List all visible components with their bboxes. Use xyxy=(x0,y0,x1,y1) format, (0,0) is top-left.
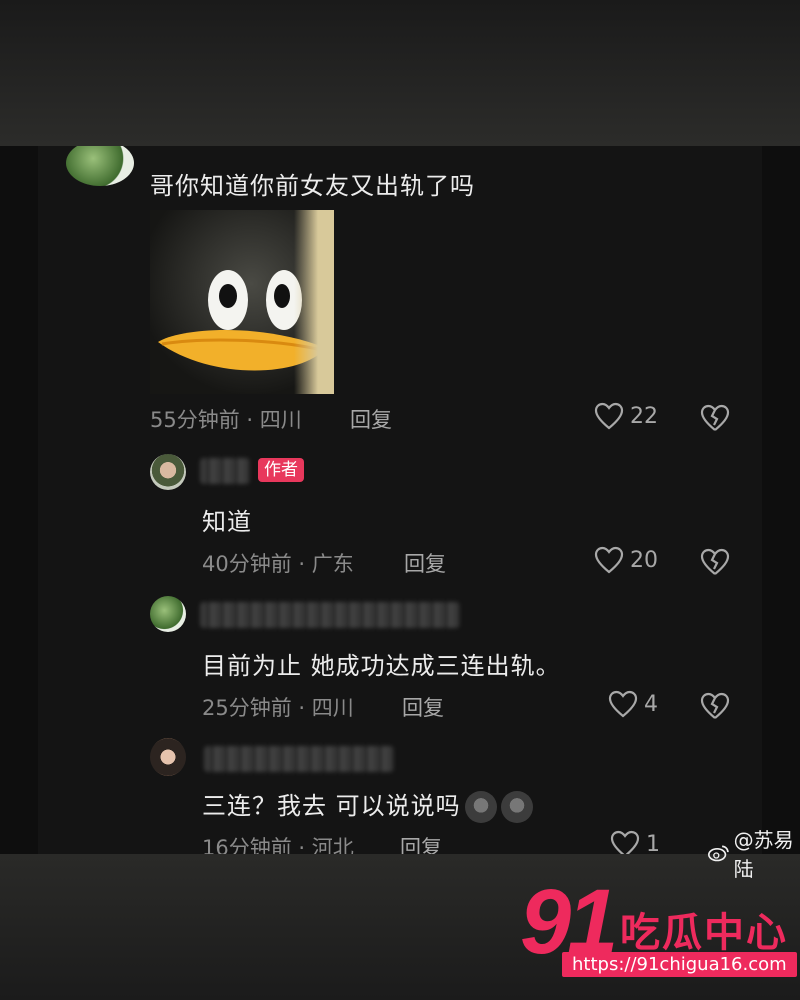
photo-top-border xyxy=(0,0,800,146)
comment-text: 哥你知道你前女友又出轨了吗 xyxy=(150,172,475,200)
blurred-username xyxy=(200,458,250,484)
like-button[interactable]: 4 xyxy=(608,690,658,718)
comment-item: 哥你知道你前女友又出轨了吗 55分钟前 · 四川 回复 22 xyxy=(38,146,762,436)
moon-emoji-icon xyxy=(500,791,533,823)
sticker-corner xyxy=(294,210,334,394)
like-count: 22 xyxy=(630,403,658,429)
like-count: 1 xyxy=(646,831,660,855)
blurred-username xyxy=(204,746,394,772)
reply-button[interactable]: 回复 xyxy=(404,548,446,578)
broken-heart-icon xyxy=(700,692,730,719)
comment-text: 知道 xyxy=(202,508,252,536)
author-badge: 作者 xyxy=(258,458,304,482)
heart-icon xyxy=(594,546,624,574)
like-button[interactable]: 22 xyxy=(594,402,658,430)
dislike-button[interactable] xyxy=(700,404,730,436)
comment-meta: 16分钟前 · 河北 xyxy=(202,836,354,854)
reply-button[interactable]: 回复 xyxy=(400,832,442,854)
like-count: 4 xyxy=(644,691,658,717)
logo-url: https://91chigua16.com xyxy=(562,952,797,977)
avatar[interactable] xyxy=(150,454,186,490)
reply-button[interactable]: 回复 xyxy=(350,404,392,434)
weibo-watermark: @苏易陆 xyxy=(708,824,800,882)
comment-text: 三连？我去 可以说说吗 xyxy=(202,786,533,823)
dislike-button[interactable] xyxy=(700,692,730,724)
comment-text-content: 三连？我去 可以说说吗 xyxy=(202,792,461,820)
like-button[interactable]: 1 xyxy=(610,830,660,854)
comment-meta: 25分钟前 · 四川 xyxy=(202,696,354,720)
photo-left-border xyxy=(0,146,38,854)
dislike-button[interactable] xyxy=(700,548,730,580)
comment-text: 目前为止 她成功达成三连出轨。 xyxy=(202,652,561,680)
photo-right-border xyxy=(762,146,800,854)
comment-item: 作者 知道 40分钟前 · 广东 回复 20 xyxy=(38,446,762,586)
broken-heart-icon xyxy=(700,548,730,575)
avatar[interactable] xyxy=(66,146,134,186)
avatar[interactable] xyxy=(150,738,186,776)
broken-heart-icon xyxy=(700,404,730,431)
weibo-icon xyxy=(708,845,729,862)
reply-button[interactable]: 回复 xyxy=(402,692,444,722)
comment-meta: 55分钟前 · 四川 xyxy=(150,408,302,432)
comment-item: 三连？我去 可以说说吗 16分钟前 · 河北 回复 1 xyxy=(38,736,762,854)
heart-icon xyxy=(610,830,640,854)
comment-meta: 40分钟前 · 广东 xyxy=(202,552,354,576)
logo-name: 吃瓜中心 xyxy=(620,910,788,956)
like-button[interactable]: 20 xyxy=(594,546,658,574)
like-count: 20 xyxy=(630,547,658,573)
comment-screen: 哥你知道你前女友又出轨了吗 55分钟前 · 四川 回复 22 作者 知道 40分… xyxy=(38,146,762,854)
heart-icon xyxy=(608,690,638,718)
blurred-username xyxy=(200,602,460,628)
avatar[interactable] xyxy=(150,596,186,632)
heart-icon xyxy=(594,402,624,430)
site-logo: 91 吃瓜中心 https://91chigua16.com xyxy=(520,871,797,980)
comment-item: 目前为止 她成功达成三连出轨。 25分钟前 · 四川 回复 4 xyxy=(38,592,762,732)
watermark-text: @苏易陆 xyxy=(733,828,794,881)
penguin-sticker[interactable] xyxy=(150,210,334,394)
moon-emoji-icon xyxy=(464,791,497,823)
